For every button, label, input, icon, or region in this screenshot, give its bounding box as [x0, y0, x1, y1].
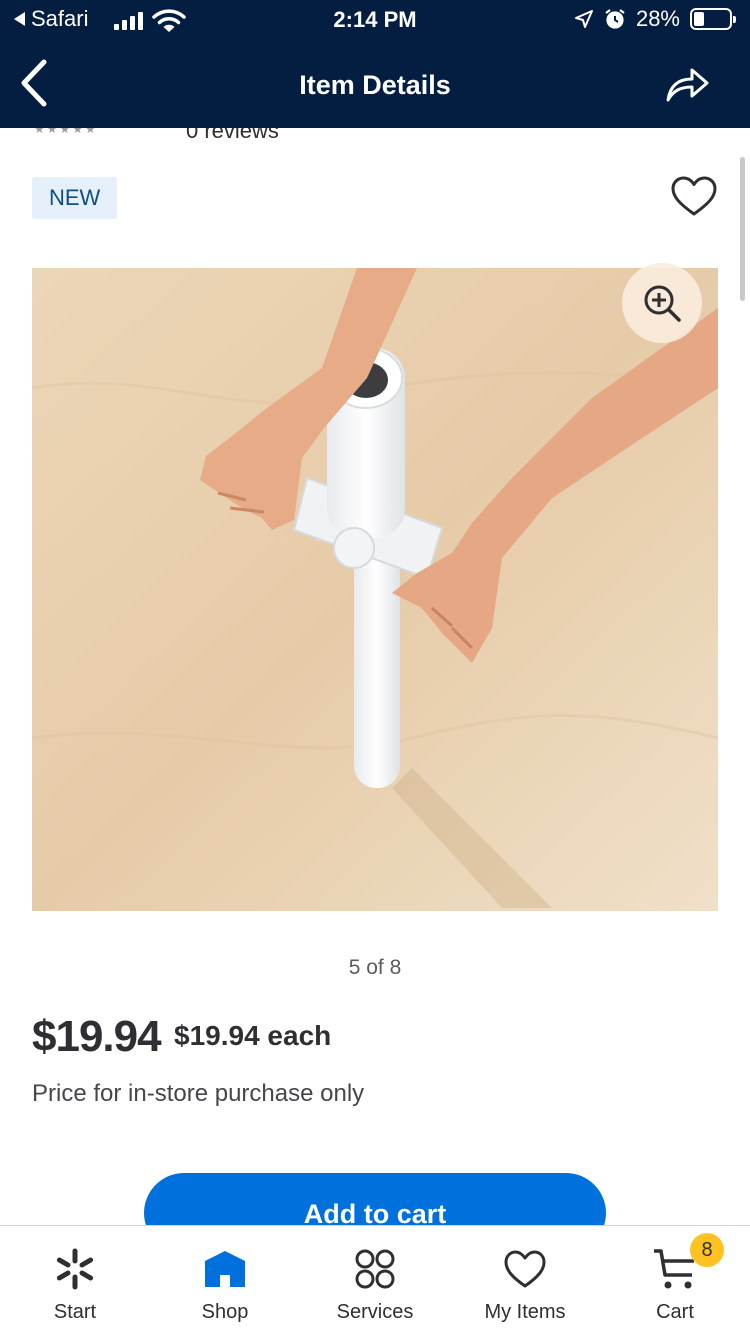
tab-cart[interactable]: Cart: [600, 1226, 750, 1334]
rating-stars-icon: ★★★★★: [34, 128, 98, 136]
services-grid-icon: [355, 1249, 395, 1289]
favorite-heart-icon[interactable]: [670, 175, 718, 217]
battery-percent: 28%: [635, 6, 680, 31]
status-right-group: 28%: [574, 6, 736, 32]
nav-bar: Item Details: [0, 40, 750, 128]
tab-label: Shop: [201, 1301, 249, 1323]
product-image[interactable]: [32, 268, 718, 911]
tab-label: Start: [53, 1301, 97, 1323]
tab-label: Services: [336, 1301, 414, 1323]
price-note: Price for in-store purchase only: [32, 1080, 365, 1107]
reviews-link[interactable]: 0 reviews: [186, 128, 279, 138]
spark-icon: [56, 1248, 94, 1290]
image-counter: 5 of 8: [348, 956, 402, 979]
zoom-button[interactable]: [622, 263, 702, 343]
reviews-peek: ★★★★★ 0 reviews: [0, 128, 750, 138]
tab-start[interactable]: Start: [0, 1226, 150, 1334]
tab-label: My Items: [484, 1301, 566, 1323]
tab-label: Cart: [656, 1301, 694, 1323]
tab-shop[interactable]: Shop: [150, 1226, 300, 1334]
tab-my-items[interactable]: My Items: [450, 1226, 600, 1334]
location-arrow-icon: [574, 10, 593, 28]
page-title: Item Details: [299, 70, 451, 100]
scrollbar-thumb[interactable]: [740, 157, 745, 301]
new-badge: NEW: [32, 177, 118, 219]
status-bar: Safari 2:14 PM 28%: [0, 0, 750, 40]
battery-icon: [690, 8, 736, 30]
tab-bar: Start Shop Services My Items Cart: [0, 1225, 750, 1334]
share-arrow-icon[interactable]: [664, 64, 710, 104]
alarm-icon: [605, 9, 625, 29]
cart-count-badge: 8: [690, 1233, 724, 1267]
tab-services[interactable]: Services: [300, 1226, 450, 1334]
zoom-in-icon: [644, 285, 681, 322]
price: $19.94: [32, 1012, 162, 1061]
unit-price: $19.94 each: [174, 1020, 332, 1051]
store-icon: [205, 1251, 245, 1287]
heart-icon: [504, 1250, 546, 1288]
